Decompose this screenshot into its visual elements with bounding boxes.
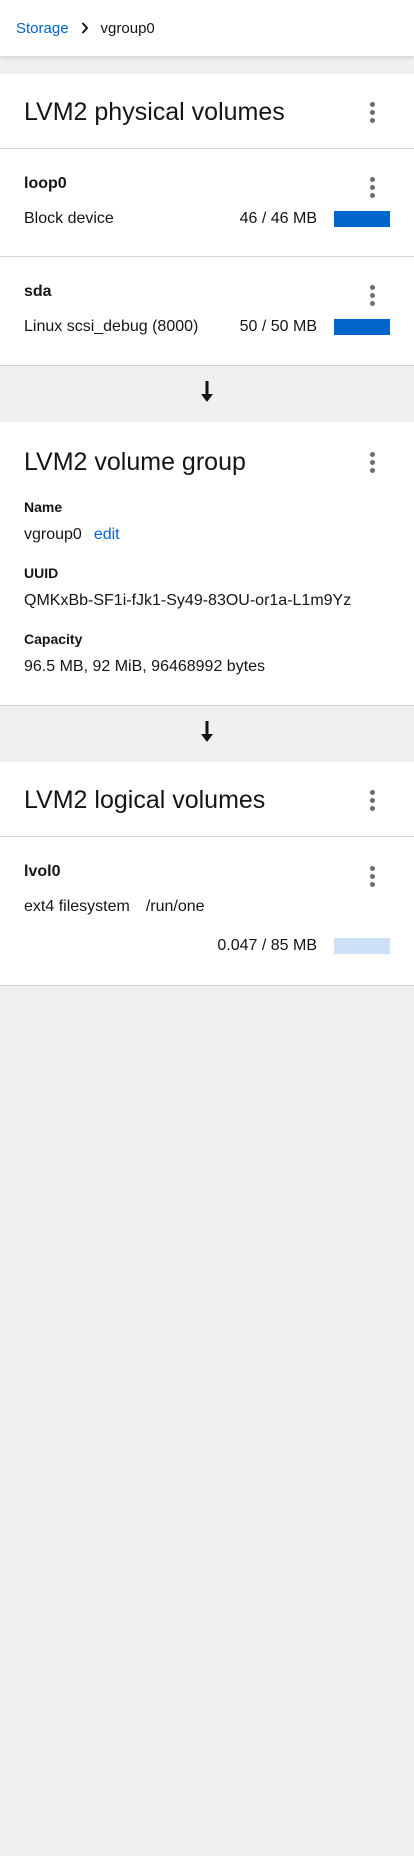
physical-volumes-title: LVM2 physical volumes bbox=[24, 98, 285, 126]
breadcrumb-storage-link[interactable]: Storage bbox=[16, 20, 69, 37]
capacity-value: 96.5 MB, 92 MiB, 96468992 bytes bbox=[24, 658, 266, 675]
logical-volumes-card: LVM2 logical volumes lvol0 ext4 filesyst… bbox=[0, 762, 414, 986]
capacity-label: Capacity bbox=[24, 631, 83, 647]
physical-volume-row[interactable]: loop0 Block device 46 / 46 MB bbox=[0, 149, 414, 257]
row-kebab-icon[interactable] bbox=[360, 861, 384, 891]
chevron-right-icon bbox=[81, 22, 89, 34]
physical-volume-description: Block device bbox=[24, 210, 114, 227]
physical-volume-name[interactable]: sda bbox=[24, 283, 52, 301]
name-value-row: vgroup0 edit bbox=[24, 526, 120, 544]
usage-bar bbox=[334, 938, 390, 954]
volume-group-card: LVM2 volume group Name vgroup0 edit UUID … bbox=[0, 422, 414, 706]
name-label: Name bbox=[24, 499, 63, 515]
usage-bar bbox=[334, 319, 390, 335]
volume-group-kebab-icon[interactable] bbox=[360, 447, 384, 477]
logical-volumes-title: LVM2 logical volumes bbox=[24, 786, 266, 814]
breadcrumb: Storage vgroup0 bbox=[0, 0, 414, 56]
physical-volumes-kebab-icon[interactable] bbox=[360, 97, 384, 127]
row-kebab-icon[interactable] bbox=[360, 280, 384, 310]
logical-volume-row[interactable]: lvol0 ext4 filesystem/run/one 0.047 / 85… bbox=[0, 837, 414, 985]
logical-volumes-kebab-icon[interactable] bbox=[360, 785, 384, 815]
volume-group-name: vgroup0 bbox=[24, 526, 82, 543]
physical-volume-name[interactable]: loop0 bbox=[24, 175, 67, 193]
physical-volume-description: Linux scsi_debug (8000) bbox=[24, 318, 199, 335]
row-kebab-icon[interactable] bbox=[360, 172, 384, 202]
physical-volume-size: 50 / 50 MB bbox=[239, 318, 317, 335]
logical-volume-filesystem-row: ext4 filesystem/run/one bbox=[24, 898, 205, 916]
logical-volume-filesystem: ext4 filesystem bbox=[24, 898, 130, 915]
physical-volumes-header: LVM2 physical volumes bbox=[0, 74, 414, 149]
usage-bar-fill bbox=[334, 211, 390, 227]
logical-volumes-header: LVM2 logical volumes bbox=[0, 762, 414, 837]
arrow-down-icon bbox=[200, 720, 214, 749]
physical-volumes-card: LVM2 physical volumes loop0 Block device… bbox=[0, 74, 414, 366]
edit-name-link[interactable]: edit bbox=[94, 526, 120, 543]
logical-volume-name[interactable]: lvol0 bbox=[24, 863, 60, 881]
arrow-down-icon bbox=[200, 380, 214, 409]
flow-arrow bbox=[0, 706, 414, 762]
physical-volume-size: 46 / 46 MB bbox=[239, 210, 317, 227]
logical-volume-mountpoint: /run/one bbox=[145, 898, 205, 915]
flow-arrow bbox=[0, 366, 414, 422]
physical-volume-row[interactable]: sda Linux scsi_debug (8000) 50 / 50 MB bbox=[0, 257, 414, 365]
usage-bar-fill bbox=[334, 319, 390, 335]
breadcrumb-current: vgroup0 bbox=[100, 19, 155, 37]
uuid-value: QMKxBb-SF1i-fJk1-Sy49-83OU-or1a-L1m9Yz bbox=[24, 592, 352, 609]
usage-bar bbox=[334, 211, 390, 227]
logical-volume-size: 0.047 / 85 MB bbox=[217, 937, 317, 954]
uuid-label: UUID bbox=[24, 565, 59, 581]
volume-group-title: LVM2 volume group bbox=[24, 448, 246, 476]
